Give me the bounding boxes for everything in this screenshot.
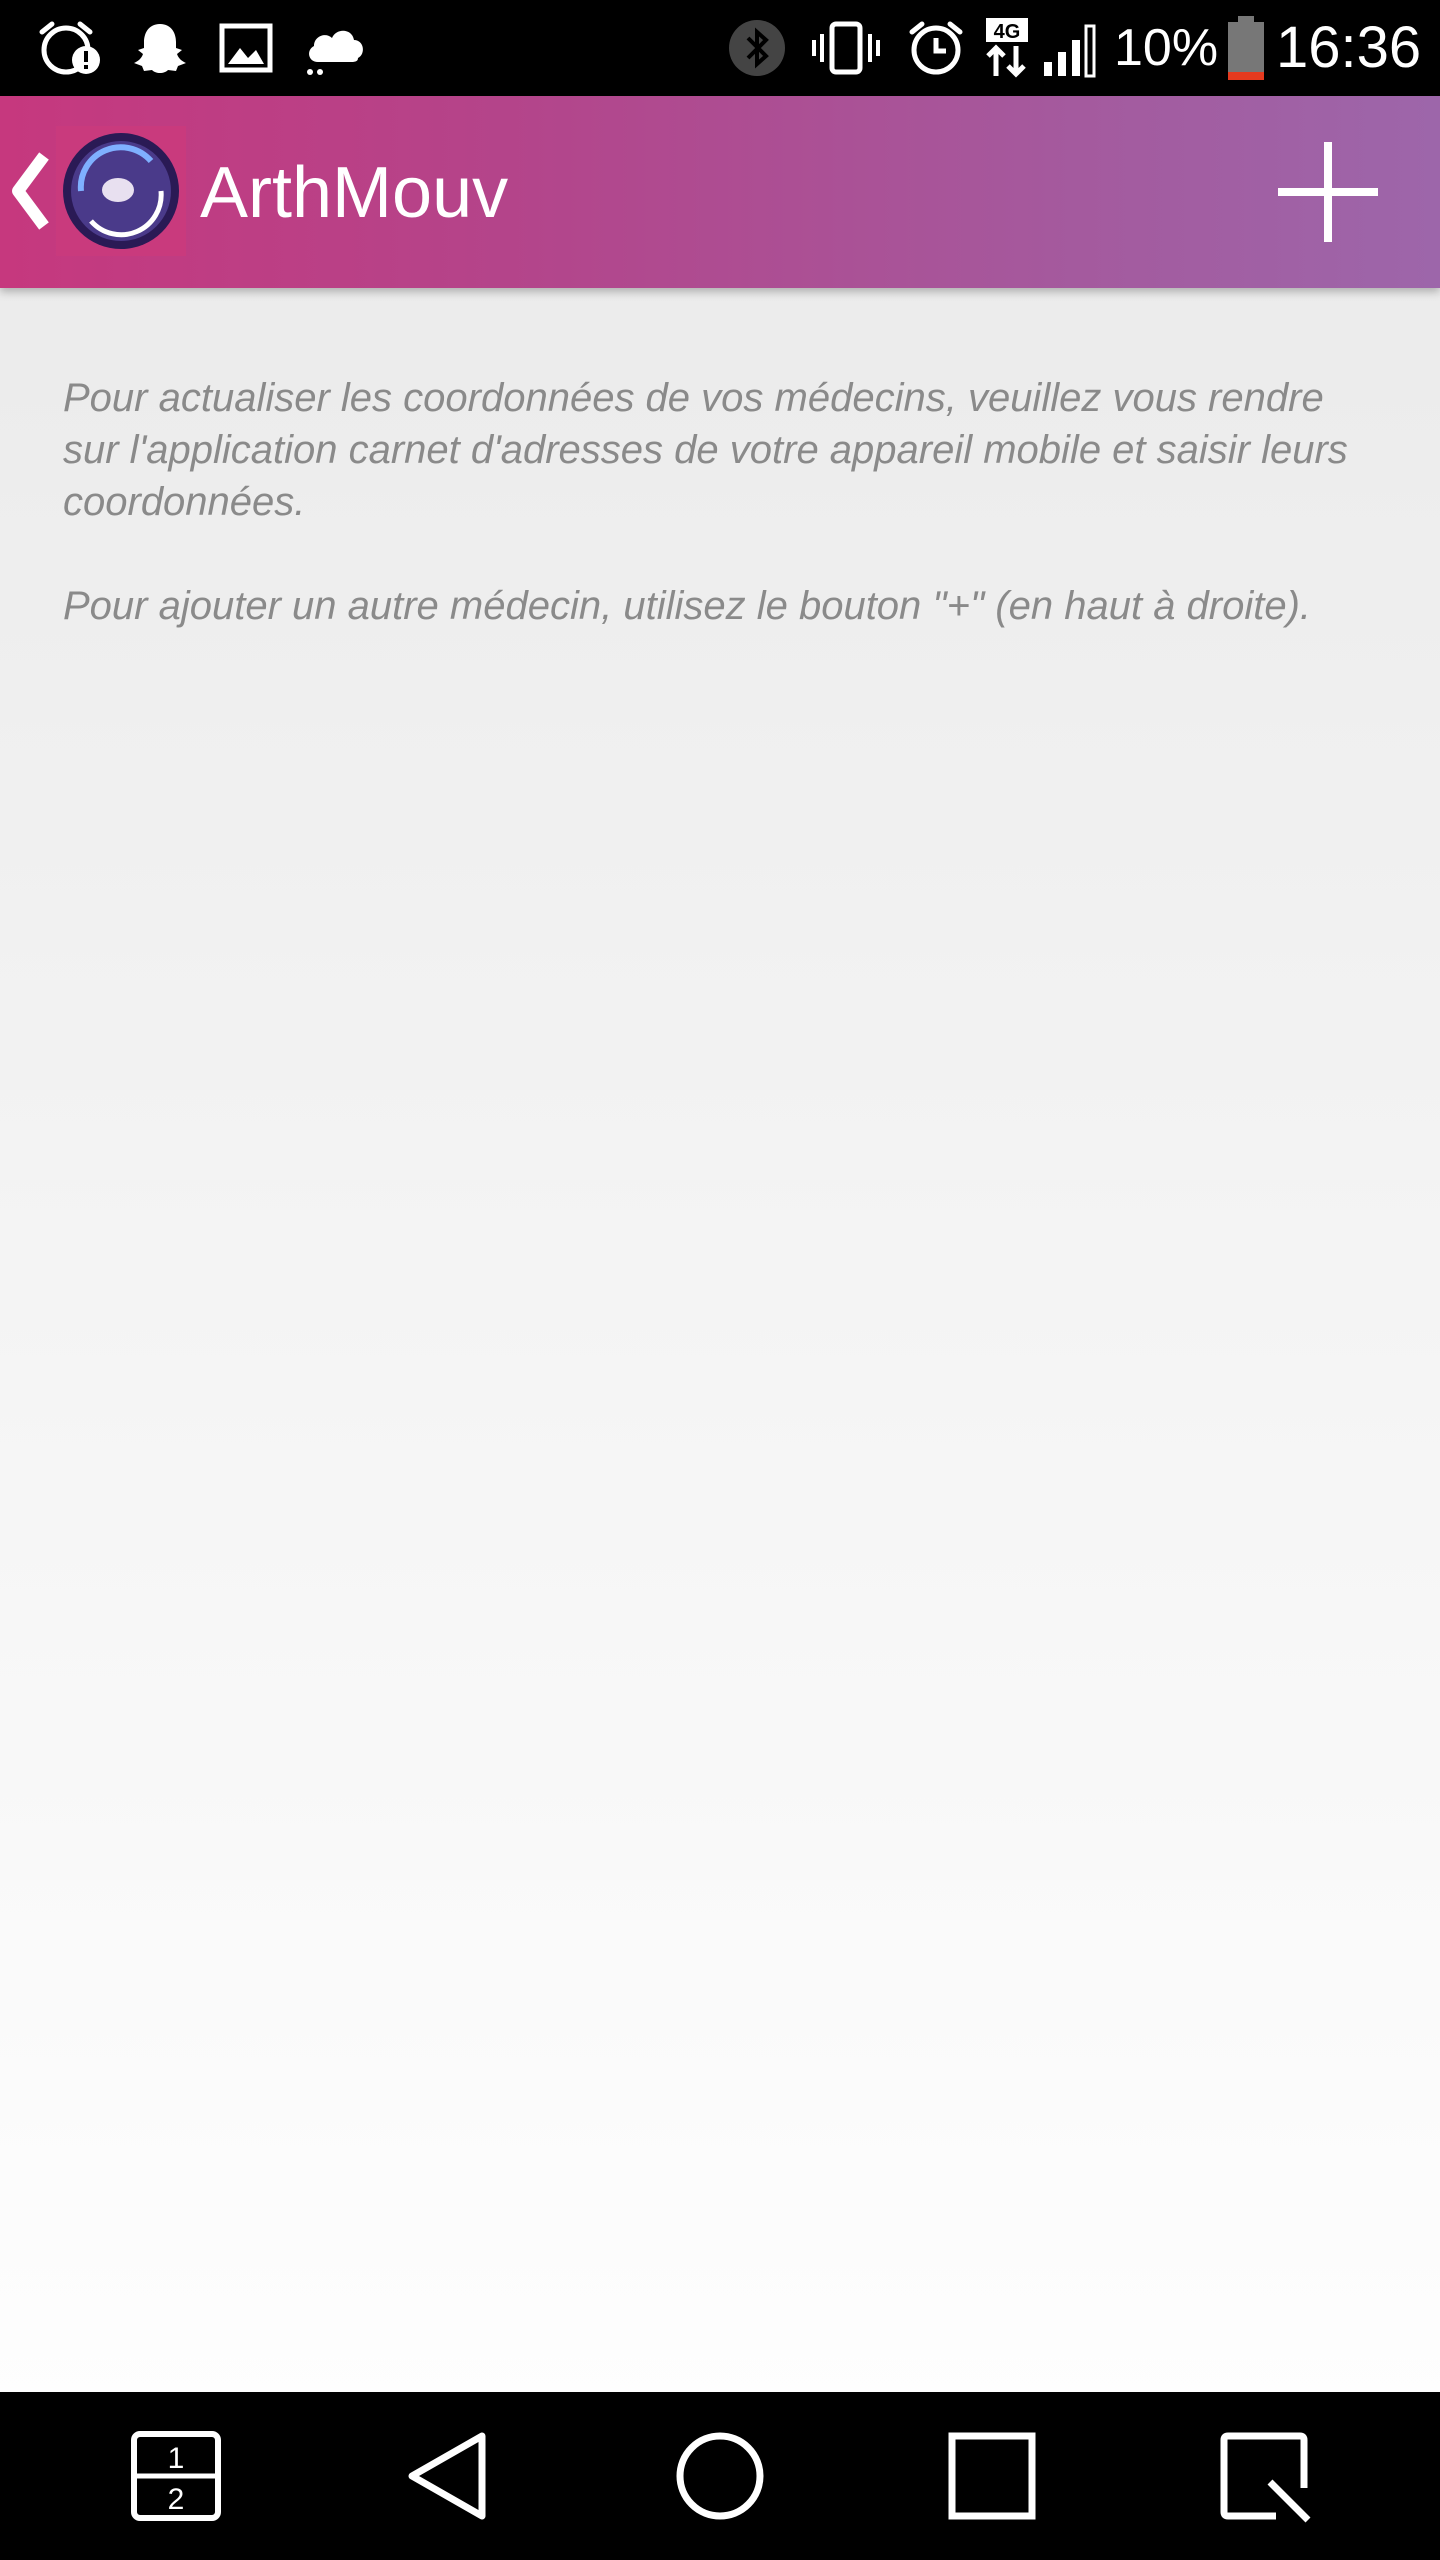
- alarm-alert-icon: [39, 21, 100, 75]
- navigation-bar: 1 2: [0, 2392, 1440, 2560]
- vibrate-icon: [812, 21, 880, 75]
- home-circle-icon[interactable]: [670, 2426, 770, 2526]
- svg-text:1: 1: [168, 2442, 185, 2475]
- info-text: Pour actualiser les coordonnées de vos m…: [63, 372, 1383, 684]
- snapchat-ghost-icon: [134, 24, 186, 73]
- dual-window-icon[interactable]: 1 2: [126, 2426, 226, 2526]
- qslide-icon[interactable]: [1214, 2426, 1314, 2526]
- plus-icon[interactable]: [1258, 136, 1398, 248]
- battery-percent: 10%: [1114, 19, 1219, 77]
- svg-text:2: 2: [168, 2483, 185, 2516]
- recents-square-icon[interactable]: [942, 2426, 1042, 2526]
- signal-icon: [1044, 24, 1096, 78]
- svg-text:4G: 4G: [994, 21, 1021, 43]
- app-title: ArthMouv: [200, 153, 509, 233]
- back-triangle-icon[interactable]: [398, 2426, 498, 2526]
- info-paragraph-update-contacts: Pour actualiser les coordonnées de vos m…: [63, 376, 1348, 524]
- bluetooth-icon: [729, 20, 785, 76]
- app-logo-icon: [56, 126, 186, 256]
- clock: 16:36: [1276, 15, 1422, 80]
- 4g-data-icon: 4G: [986, 18, 1028, 78]
- app-bar: ArthMouv: [0, 96, 1440, 288]
- screen: 4G 10% 16:36 ArthMouv Pour actualiser le…: [0, 0, 1440, 2560]
- cloud-icon: [307, 30, 363, 75]
- battery-icon: [1228, 16, 1264, 80]
- info-paragraph-add-doctor: Pour ajouter un autre médecin, utilisez …: [63, 584, 1312, 628]
- alarm-clock-icon: [909, 21, 963, 75]
- chevron-left-icon[interactable]: [4, 146, 56, 236]
- gallery-icon: [219, 23, 273, 73]
- status-bar: 4G 10% 16:36: [0, 0, 1440, 96]
